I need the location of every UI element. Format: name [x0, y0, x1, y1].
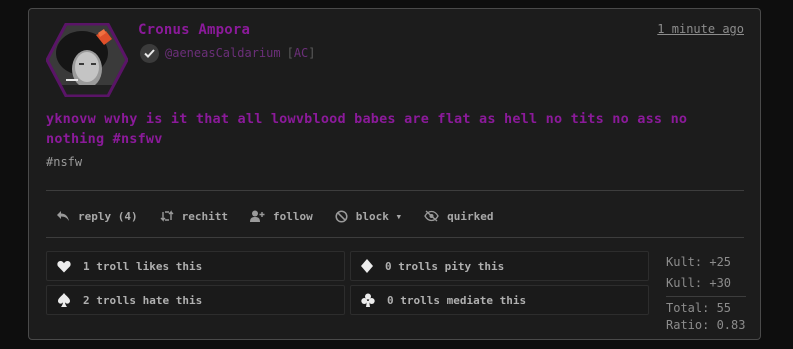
divider	[46, 190, 744, 191]
quirk-tag-label: AC	[293, 46, 309, 60]
post-hashtags[interactable]: #nsfw	[46, 155, 82, 169]
rechitt-button[interactable]: rechitt	[160, 210, 228, 223]
quirk-tag: [AC]	[286, 46, 316, 60]
reply-button[interactable]: reply (4)	[56, 210, 138, 223]
spade-icon	[58, 293, 70, 307]
follow-icon	[249, 210, 265, 222]
ratio-score: Ratio: 0.83	[666, 318, 746, 332]
like-reaction-button[interactable]: 1 troll likes this	[46, 251, 345, 281]
mediate-reaction-button[interactable]: 0 trolls mediate this	[350, 285, 649, 315]
reaction-grid: 1 troll likes this 0 trolls pity this 2 …	[46, 251, 652, 315]
hate-count-label: 2 trolls hate this	[83, 293, 203, 307]
block-label: block ▾	[355, 209, 403, 223]
author-name[interactable]: Cronus Ampora	[138, 22, 250, 38]
post-body: yknovw wvhy is it that all lowvblood bab…	[46, 111, 688, 147]
post-timestamp[interactable]: 1 minute ago	[657, 22, 744, 36]
stats-divider	[666, 296, 746, 297]
pity-reaction-button[interactable]: 0 trolls pity this	[350, 251, 649, 281]
reply-label: reply (4)	[78, 209, 138, 223]
quirked-icon	[424, 210, 439, 222]
mediate-count-label: 0 trolls mediate this	[387, 293, 527, 307]
author-handle[interactable]: @aeneasCaldarium	[165, 46, 281, 60]
club-icon	[361, 293, 375, 307]
kull-score: Kull: +30	[666, 276, 732, 290]
block-dropdown[interactable]: block ▾	[335, 210, 402, 223]
reply-icon	[57, 211, 69, 221]
pity-count-label: 0 trolls pity this	[385, 259, 505, 273]
quirked-label: quirked	[447, 209, 494, 223]
rechitt-icon	[160, 210, 174, 222]
total-score: Total: 55	[666, 301, 732, 315]
like-count-label: 1 troll likes this	[83, 259, 203, 273]
quirked-toggle[interactable]: quirked	[424, 210, 493, 223]
diamond-icon	[361, 259, 373, 273]
author-handle-row: @aeneasCaldarium [AC]	[140, 42, 316, 64]
follow-button[interactable]: follow	[249, 209, 313, 223]
hate-reaction-button[interactable]: 2 trolls hate this	[46, 285, 345, 315]
divider	[46, 237, 744, 238]
block-icon	[335, 209, 348, 223]
avatar[interactable]	[46, 23, 128, 97]
rechitt-label: rechitt	[181, 209, 228, 223]
kult-stats: Kult: +25 Kull: +30 Total: 55 Ratio: 0.8…	[666, 252, 746, 334]
action-bar: reply (4) rechitt follow block ▾ quirked	[56, 205, 515, 227]
heart-icon	[57, 260, 71, 272]
follow-label: follow	[272, 209, 313, 223]
kult-score: Kult: +25	[666, 255, 732, 269]
verified-check-icon	[140, 43, 159, 63]
post-card: Cronus Ampora @aeneasCaldarium [AC] 1 min…	[28, 8, 761, 340]
